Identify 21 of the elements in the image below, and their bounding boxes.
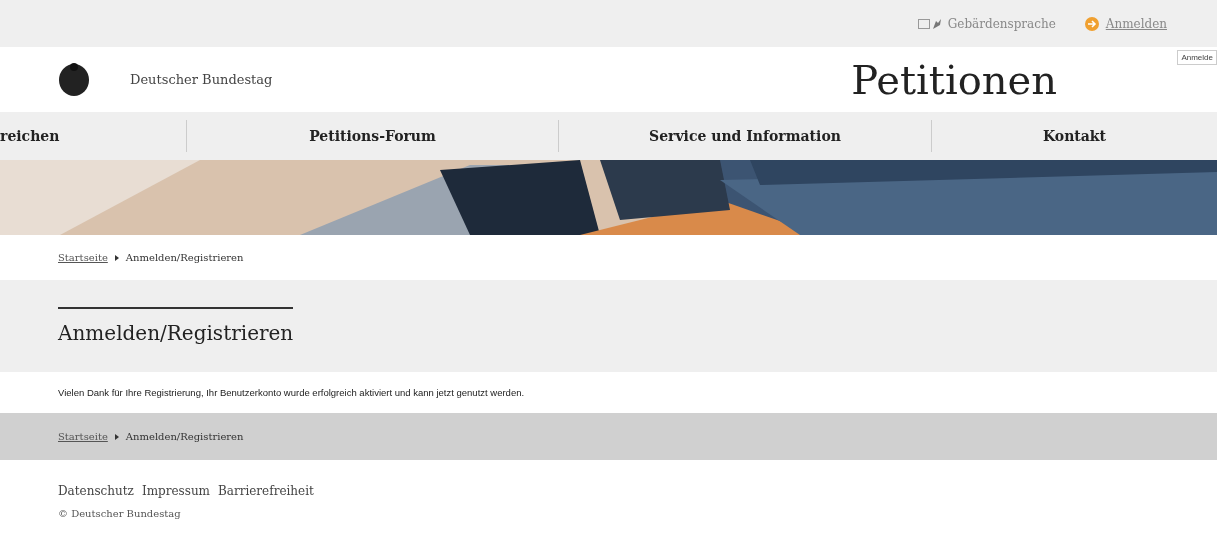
page-heading: Anmelden/Registrieren — [58, 307, 294, 345]
breadcrumb-current: Anmelden/Registrieren — [125, 431, 244, 442]
triangle-icon — [114, 433, 119, 440]
footer-link[interactable]: Datenschutz — [58, 484, 134, 498]
copyright: © Deutscher Bundestag — [58, 508, 182, 519]
site-title: Petitionen — [851, 56, 1057, 103]
breadcrumb-link[interactable]: Startseite — [58, 431, 108, 442]
footer-link[interactable]: Barrierefreiheit — [218, 484, 314, 498]
triangle-icon — [114, 254, 119, 261]
tooltip: Anmelde — [1177, 50, 1217, 65]
nav-tab[interactable]: Petitions-Forum — [186, 120, 558, 152]
nav-tab[interactable]: Service und Information — [558, 120, 931, 152]
sign-language-icon — [917, 17, 942, 30]
login-icon — [1083, 15, 1100, 32]
nav-tab[interactable]: reichen — [0, 120, 186, 152]
nav-tab[interactable]: Kontakt — [931, 120, 1217, 152]
organization-name: Deutscher Bundestag — [130, 72, 274, 87]
footer-link[interactable]: Impressum — [141, 484, 210, 498]
breadcrumb-link[interactable]: Startseite — [58, 252, 108, 263]
breadcrumb-current: Anmelden/Registrieren — [125, 252, 244, 263]
success-message: Vielen Dank für Ihre Registrierung, Ihr Benutzerkonto wurde erfolgreich aktiviert und kann jetzt genutzt werden. — [57, 386, 526, 400]
